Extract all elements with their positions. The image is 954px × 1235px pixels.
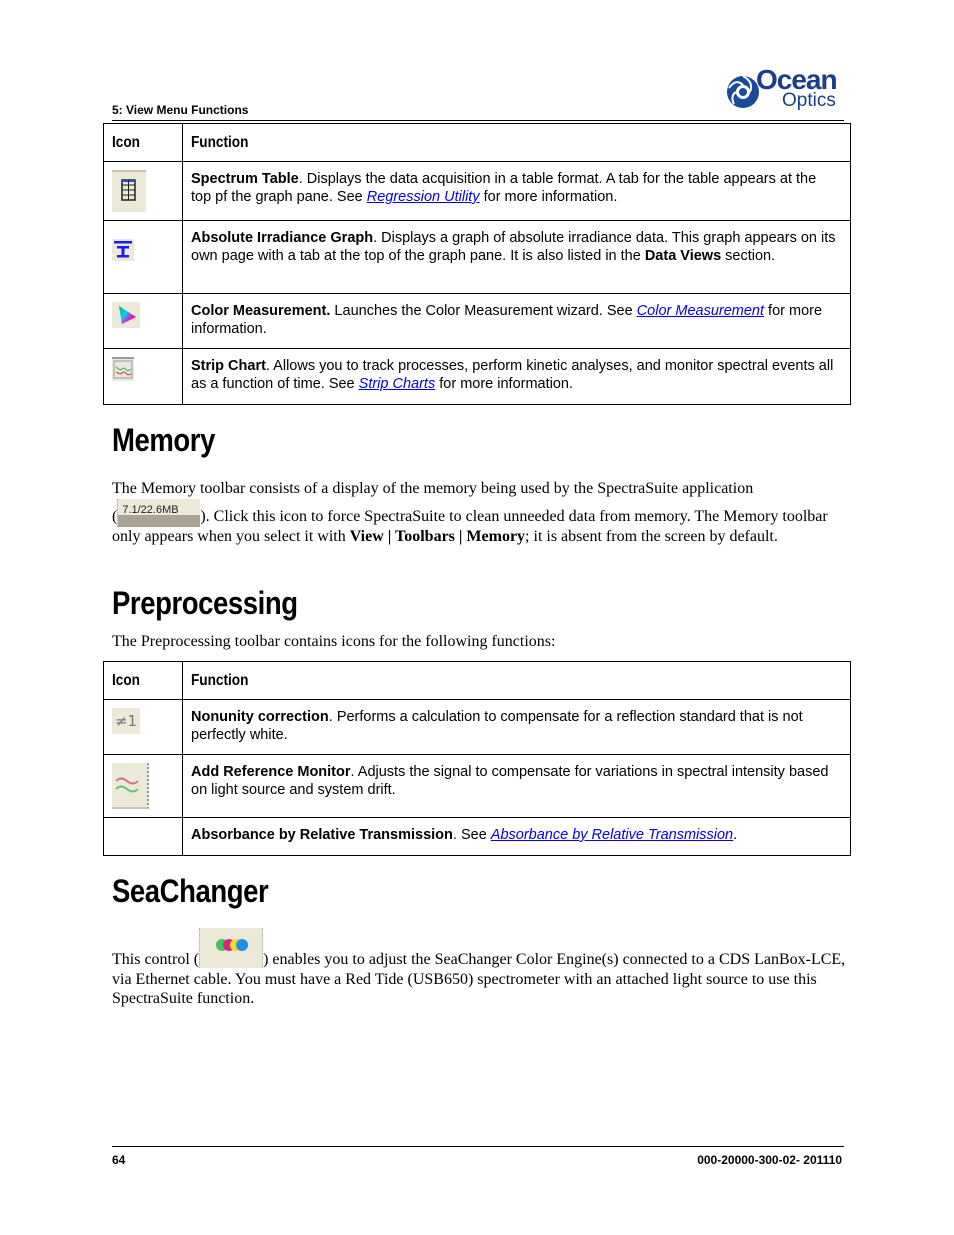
header-function: Function	[182, 661, 851, 700]
function-description: Absorbance by Relative Transmission. See…	[182, 817, 851, 856]
color-measurement-link[interactable]: Color Measurement	[637, 303, 764, 319]
reference-monitor-icon	[112, 763, 149, 809]
preprocessing-table: Icon Function ≠1 Nonunity correction. Pe…	[103, 661, 851, 856]
memory-heading: Memory	[112, 422, 215, 458]
strip-charts-link[interactable]: Strip Charts	[359, 376, 436, 392]
absorbance-link[interactable]: Absorbance by Relative Transmission	[491, 827, 733, 843]
table-row: Color Measurement. Launches the Color Me…	[103, 293, 851, 349]
function-title: Absolute Irradiance Graph	[191, 230, 374, 246]
memory-paragraph: The Memory toolbar consists of a display…	[112, 480, 828, 545]
logo-word-optics: Optics	[782, 90, 836, 111]
document-number: 000-20000-300-02- 201110	[697, 1153, 842, 1167]
page-number: 64	[112, 1153, 126, 1167]
regression-utility-link[interactable]: Regression Utility	[367, 189, 480, 205]
table-row: Spectrum Table. Displays the data acquis…	[103, 161, 851, 221]
footer-rule	[112, 1146, 844, 1147]
header-function: Function	[182, 123, 851, 162]
function-description: Nonunity correction. Performs a calculat…	[182, 699, 851, 755]
spectrum-table-icon	[112, 170, 146, 212]
function-title: Absorbance by Relative Transmission	[191, 827, 453, 843]
seachanger-color-engine-icon[interactable]	[199, 928, 264, 968]
table-row: ≠1 Nonunity correction. Performs a calcu…	[103, 699, 851, 755]
table-header-row: Icon Function	[103, 123, 851, 162]
header-rule	[112, 120, 844, 121]
empty-icon-cell	[103, 817, 183, 856]
table-header-row: Icon Function	[103, 661, 851, 700]
color-measurement-icon	[112, 302, 140, 328]
table-row: Strip Chart. Allows you to track process…	[103, 348, 851, 405]
section-label: 5: View Menu Functions	[112, 103, 249, 117]
function-title: Color Measurement.	[191, 303, 331, 319]
ocean-optics-logo-icon	[727, 75, 759, 108]
function-title: Spectrum Table	[191, 171, 299, 187]
nonunity-correction-icon: ≠1	[112, 708, 140, 734]
function-description: Add Reference Monitor. Adjusts the signa…	[182, 754, 851, 818]
absolute-irradiance-icon	[112, 239, 134, 261]
function-description: Absolute Irradiance Graph. Displays a gr…	[182, 220, 851, 294]
function-description: Spectrum Table. Displays the data acquis…	[182, 161, 851, 221]
function-title: Strip Chart	[191, 358, 266, 374]
strip-chart-icon	[112, 357, 134, 381]
menu-path: View | Toolbars | Memory	[349, 527, 526, 545]
function-description: Strip Chart. Allows you to track process…	[182, 348, 851, 405]
preprocessing-intro: The Preprocessing toolbar contains icons…	[112, 633, 556, 650]
function-description: Color Measurement. Launches the Color Me…	[182, 293, 851, 349]
seachanger-paragraph: This control ( ) enables you to adjust t…	[112, 928, 847, 1009]
preprocessing-heading: Preprocessing	[112, 585, 298, 621]
header-icon: Icon	[103, 661, 183, 700]
seachanger-heading: SeaChanger	[112, 873, 269, 909]
table-row: Absolute Irradiance Graph. Displays a gr…	[103, 220, 851, 294]
memory-usage-button[interactable]: 7.1/22.6MB	[117, 498, 201, 527]
function-title: Nonunity correction	[191, 709, 329, 725]
header-icon: Icon	[103, 123, 183, 162]
table-row: Add Reference Monitor. Adjusts the signa…	[103, 754, 851, 818]
view-functions-table: Icon Function Spectrum Table. Displays t…	[103, 123, 851, 405]
table-row: Absorbance by Relative Transmission. See…	[103, 817, 851, 856]
function-title: Add Reference Monitor	[191, 764, 351, 780]
ocean-optics-logo: Ocean Optics	[726, 64, 846, 118]
